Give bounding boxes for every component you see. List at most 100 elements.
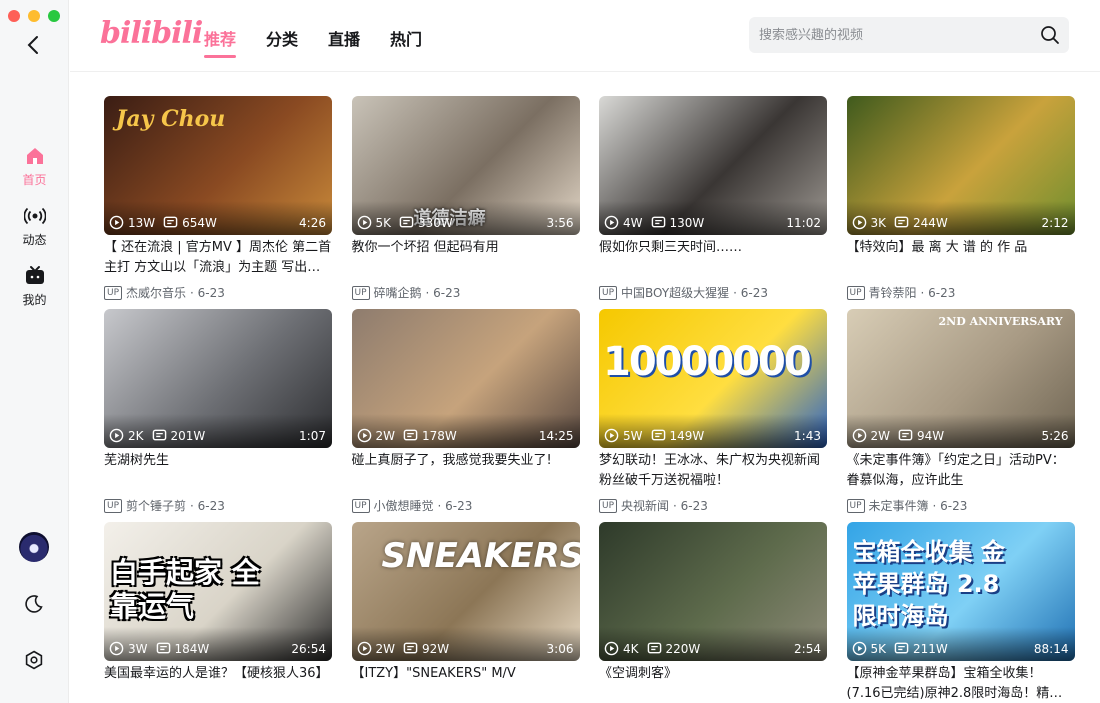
- video-stats: 5K 330W: [357, 215, 453, 230]
- video-title[interactable]: 梦幻联动！王冰冰、朱广权为央视新闻粉丝破千万送祝福啦！: [599, 451, 827, 491]
- video-card[interactable]: SNEAKERS 2W 92W 3:06 【ITZY】"SNEAKERS" M/…: [351, 522, 580, 703]
- upload-date: · 6-23: [437, 498, 473, 513]
- avatar[interactable]: [19, 532, 49, 562]
- up-icon: UP: [104, 285, 123, 300]
- video-thumbnail[interactable]: 4W 130W 11:02: [599, 96, 827, 235]
- video-title[interactable]: 【 还在流浪 | 官方MV 】周杰伦 第二首主打 方文山以「流浪」为主题 写出…: [104, 238, 332, 278]
- video-card[interactable]: 宝箱全收集 金苹果群岛 2.8 限时海岛 5K 211W 88:14 【原神金苹…: [846, 522, 1075, 703]
- video-thumbnail[interactable]: 3K 244W 2:12: [846, 96, 1075, 235]
- video-title[interactable]: 假如你只剩三天时间……: [599, 238, 827, 278]
- video-card[interactable]: Jay Chou 13W 654W 4:26 【 还在流浪 | 官方MV 】周杰…: [104, 96, 332, 309]
- bilibili-logo[interactable]: bilibili: [100, 16, 203, 51]
- close-window-button[interactable]: [8, 10, 20, 22]
- video-duration: 26:54: [291, 642, 326, 656]
- video-title[interactable]: 美国最幸运的人是谁？【硬核狠人36】: [104, 664, 332, 703]
- video-card[interactable]: 白手起家 全靠运气 3W 184W 26:54 美国最幸运的人是谁？【硬核狠人3…: [104, 522, 332, 703]
- window-controls: [8, 10, 60, 22]
- video-thumbnail[interactable]: 宝箱全收集 金苹果群岛 2.8 限时海岛 5K 211W 88:14: [846, 522, 1075, 661]
- video-thumbnail[interactable]: 白手起家 全靠运气 3W 184W 26:54: [104, 522, 332, 661]
- video-stats: 2K 201W: [109, 428, 205, 443]
- tab-live[interactable]: 直播: [328, 26, 360, 58]
- danmaku-icon: [647, 642, 661, 654]
- video-stats: 13W 654W: [109, 215, 217, 230]
- video-card[interactable]: 4W 130W 11:02 假如你只剩三天时间…… UP 中国BOY超级大猩猩 ·…: [599, 96, 827, 309]
- video-thumbnail[interactable]: 4K 220W 2:54: [599, 522, 827, 661]
- danmaku-count: 184W: [174, 641, 210, 656]
- upload-date: · 6-23: [190, 285, 225, 300]
- video-card[interactable]: 2ND ANNIVERSARY 2W 94W 5:26 《未定事件簿》「约定之日…: [846, 309, 1075, 522]
- tab-recommend[interactable]: 推荐: [204, 26, 237, 58]
- video-title[interactable]: 【特效向】最 离 大 谱 的 作 品: [847, 238, 1075, 278]
- moon-icon: [25, 595, 43, 613]
- thumbnail-caption: 白手起家 全靠运气: [110, 556, 260, 623]
- video-thumbnail[interactable]: Jay Chou 13W 654W 4:26: [104, 96, 332, 235]
- tab-categories[interactable]: 分类: [266, 26, 298, 58]
- video-thumbnail[interactable]: 道德洁癖 5K 330W 3:56: [351, 96, 580, 235]
- video-stats: 4W 130W: [604, 215, 704, 230]
- up-icon: UP: [351, 498, 370, 513]
- up-icon: UP: [846, 285, 865, 300]
- back-button[interactable]: [20, 32, 46, 58]
- settings-button[interactable]: [22, 648, 46, 672]
- video-title[interactable]: 《空调刺客》: [599, 664, 827, 703]
- video-title[interactable]: 教你一个坏招 但起码有用: [352, 238, 580, 278]
- video-title[interactable]: 【ITZY】"SNEAKERS" M/V: [352, 664, 580, 703]
- video-thumbnail[interactable]: 2K 201W 1:07: [104, 309, 332, 448]
- video-title[interactable]: 芜湖树先生: [104, 451, 332, 491]
- dark-mode-button[interactable]: [22, 592, 46, 616]
- video-stats: 2W 178W: [357, 428, 457, 443]
- upload-date: · 6-23: [190, 498, 225, 513]
- sidebar-item-home[interactable]: 首页: [0, 144, 69, 188]
- uploader-name[interactable]: 中国BOY超级大猩猩: [621, 284, 729, 301]
- search-icon[interactable]: [1039, 24, 1061, 46]
- tv-icon: [0, 264, 69, 288]
- video-title[interactable]: 碰上真厨子了，我感觉我要失业了!: [352, 451, 580, 491]
- uploader-name[interactable]: 未定事件簿: [869, 497, 929, 514]
- video-thumbnail[interactable]: 2W 178W 14:25: [351, 309, 580, 448]
- sidebar-item-label: 动态: [22, 233, 47, 247]
- tab-hot[interactable]: 热门: [390, 26, 422, 58]
- thumbnail-caption: 宝箱全收集 金苹果群岛 2.8 限时海岛: [852, 538, 1005, 630]
- uploader-name[interactable]: 杰威尔音乐: [126, 284, 186, 301]
- video-card[interactable]: 4K 220W 2:54 《空调刺客》: [599, 522, 827, 703]
- video-title[interactable]: 《未定事件簿》「约定之日」活动PV：眷慕似海，应许此生: [847, 451, 1075, 491]
- play-count: 3K: [870, 215, 887, 230]
- uploader-name[interactable]: 小傲想睡觉: [374, 497, 434, 514]
- uploader-name[interactable]: 碎嘴企鹅: [374, 284, 422, 301]
- danmaku-count: 130W: [669, 215, 705, 230]
- sidebar-item-mine[interactable]: 我的: [0, 264, 69, 308]
- video-card[interactable]: 3K 244W 2:12 【特效向】最 离 大 谱 的 作 品 UP 青铃萘阳 ·…: [846, 96, 1075, 309]
- video-title[interactable]: 【原神金苹果群岛】宝箱全收集！(7.16已完结)原神2.8限时海岛！精准分类…: [847, 664, 1075, 703]
- video-stats: 5K 211W: [852, 641, 948, 656]
- play-count-icon: [604, 641, 619, 656]
- minimize-window-button[interactable]: [28, 10, 40, 22]
- play-count: 4K: [623, 641, 639, 656]
- video-thumbnail[interactable]: SNEAKERS 2W 92W 3:06: [351, 522, 580, 661]
- danmaku-count: 244W: [913, 215, 948, 230]
- uploader-name[interactable]: 青铃萘阳: [869, 284, 917, 301]
- up-icon: UP: [599, 285, 618, 300]
- sidebar-item-dynamic[interactable]: 动态: [0, 204, 69, 248]
- video-card[interactable]: 2W 178W 14:25 碰上真厨子了，我感觉我要失业了! UP 小傲想睡觉 ·…: [351, 309, 580, 522]
- video-card[interactable]: 10000000 5W 149W 1:43 梦幻联动！王冰冰、朱广权为央视新闻粉…: [599, 309, 827, 522]
- video-thumbnail[interactable]: 2ND ANNIVERSARY 2W 94W 5:26: [846, 309, 1075, 448]
- search-input[interactable]: [749, 17, 1029, 53]
- thumbnail-caption: SNEAKERS: [381, 536, 580, 576]
- video-thumbnail[interactable]: 10000000 5W 149W 1:43: [599, 309, 827, 448]
- video-card[interactable]: 道德洁癖 5K 330W 3:56 教你一个坏招 但起码有用 UP 碎嘴企鹅· …: [351, 96, 580, 309]
- danmaku-count: 211W: [913, 641, 948, 656]
- maximize-window-button[interactable]: [48, 10, 60, 22]
- video-duration: 2:12: [1041, 216, 1069, 230]
- uploader-name[interactable]: 剪个锤子剪: [126, 497, 186, 514]
- video-card[interactable]: 2K 201W 1:07 芜湖树先生 UP 剪个锤子剪 · 6-23: [104, 309, 332, 522]
- video-duration: 1:07: [299, 429, 326, 443]
- play-count: 2W: [375, 641, 396, 656]
- danmaku-icon: [156, 642, 170, 654]
- upload-date: · 6-23: [920, 285, 956, 300]
- uploader-name[interactable]: 央视新闻: [621, 497, 669, 514]
- thumbnail-caption: Jay Chou: [116, 106, 226, 132]
- video-stats: 2W 92W: [357, 641, 449, 656]
- play-count: 2W: [870, 428, 891, 443]
- video-stats: 3K 244W: [852, 215, 948, 230]
- danmaku-icon: [163, 216, 178, 228]
